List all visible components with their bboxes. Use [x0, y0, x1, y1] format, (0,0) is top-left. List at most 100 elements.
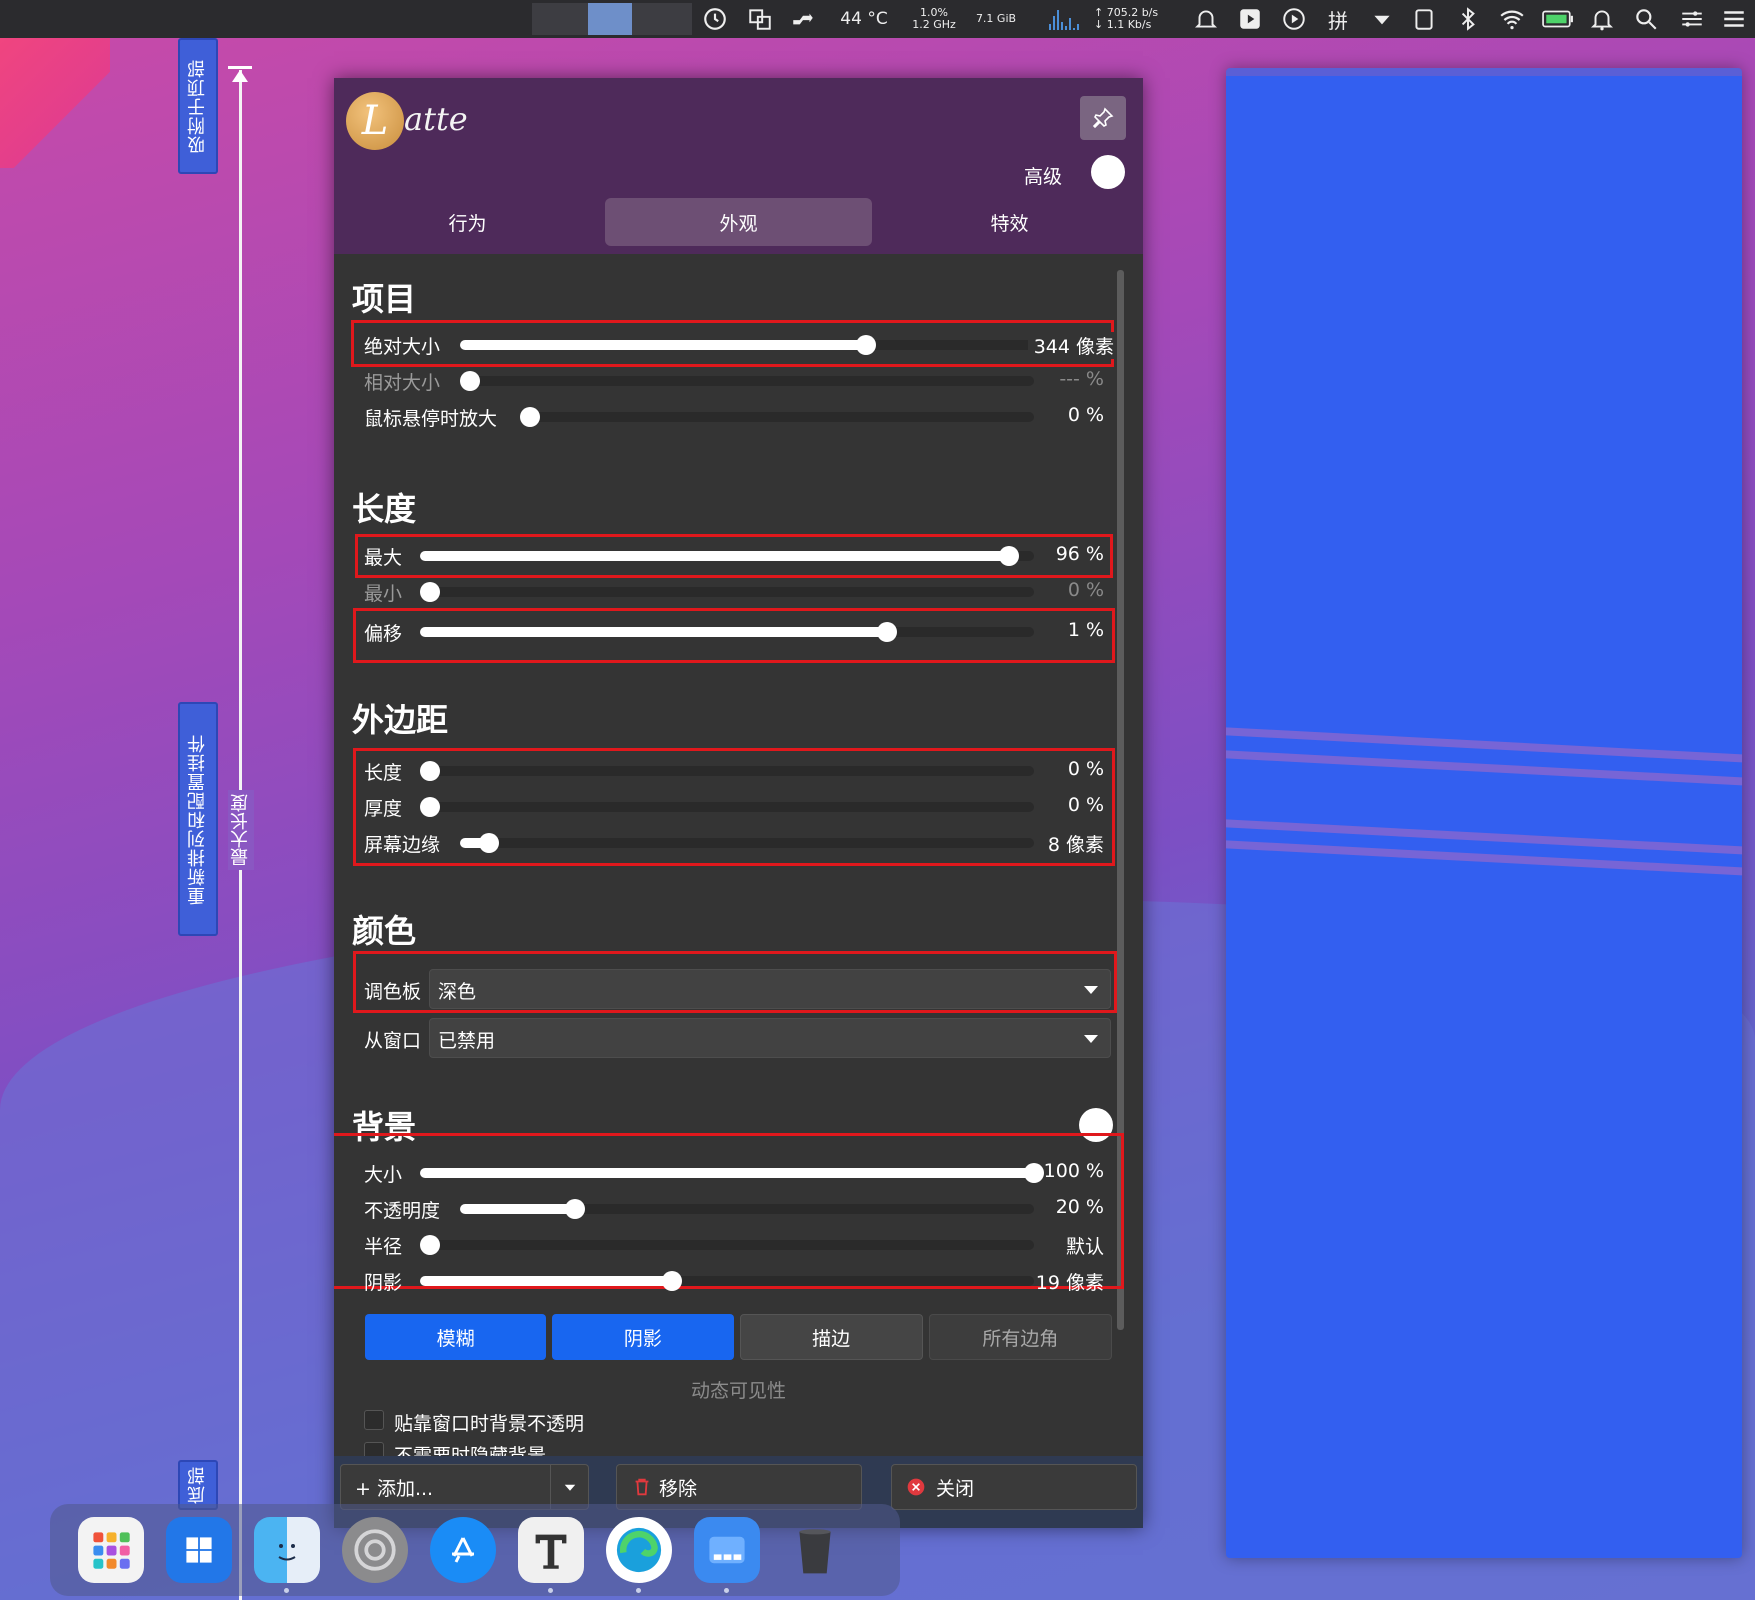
snap-bottom-label: 底部: [187, 1466, 208, 1504]
add-dropdown[interactable]: [550, 1465, 588, 1509]
slider-handle[interactable]: [420, 761, 440, 781]
multitasking-icon[interactable]: [694, 1517, 760, 1593]
snap-top-button[interactable]: 吸附于顶部: [178, 38, 218, 174]
bg-radius-label: 半径: [364, 1236, 403, 1258]
virtual-desktop-pager[interactable]: [532, 3, 692, 35]
palette-label: 调色板: [364, 981, 422, 1003]
length-min-value: 0 %: [1067, 579, 1104, 601]
play-circle-icon[interactable]: [1276, 0, 1312, 38]
screen-edge-label: 屏幕边缘: [364, 834, 441, 856]
shadow-button[interactable]: 阴影: [552, 1314, 734, 1360]
bg-shadow-slider[interactable]: [420, 1271, 1034, 1291]
slider-handle[interactable]: [460, 371, 480, 391]
media-player-icon[interactable]: [1232, 0, 1268, 38]
system-settings-icon[interactable]: [342, 1517, 408, 1583]
windows-icon[interactable]: [166, 1517, 232, 1583]
zoom-on-hover-slider[interactable]: [520, 407, 1034, 427]
bg-size-value: 100 %: [1043, 1160, 1104, 1182]
relative-size-slider[interactable]: [460, 371, 1034, 391]
from-window-value: 已禁用: [438, 1030, 496, 1052]
tab-behavior[interactable]: 行为: [334, 198, 601, 246]
menu-icon[interactable]: [1716, 0, 1752, 38]
absolute-size-label: 绝对大小: [364, 336, 441, 358]
temperature-readout[interactable]: 44 °C: [834, 0, 894, 38]
ruler-arrow-icon[interactable]: [232, 70, 248, 82]
settings-sliders-icon[interactable]: [1674, 0, 1710, 38]
rearrange-widgets-button[interactable]: 重新排列和配置挂件: [178, 702, 218, 936]
bg-opacity-slider[interactable]: [460, 1199, 1034, 1219]
slider-handle[interactable]: [564, 1199, 585, 1219]
input-method-icon[interactable]: 拼: [1320, 0, 1356, 38]
chevron-down-icon: [564, 1484, 575, 1491]
active-desktop[interactable]: [588, 3, 632, 35]
slider-handle[interactable]: [520, 407, 540, 427]
length-section-title: 长度: [352, 490, 417, 528]
top-panel: 44 °C 1.0% 1.2 GHz 7.1 GiB ↑ 705.2 b/s ↓…: [0, 0, 1755, 38]
network-graph-icon[interactable]: [1046, 0, 1090, 38]
length-max-label: 最大: [364, 547, 403, 569]
from-window-select[interactable]: 已禁用: [429, 1018, 1111, 1058]
dock-preview: [1226, 68, 1742, 1558]
close-button[interactable]: 关闭: [891, 1464, 1137, 1510]
opaque-checkbox[interactable]: [364, 1410, 384, 1430]
slider-handle[interactable]: [420, 1235, 440, 1255]
length-offset-slider[interactable]: [420, 622, 1034, 642]
advanced-toggle[interactable]: [1091, 155, 1125, 189]
rearrange-label: 重新排列和配置挂件: [187, 733, 208, 905]
slider-handle[interactable]: [1024, 1163, 1044, 1183]
window-header: L atte 高级 行为 外观 特效: [334, 78, 1143, 254]
clock-icon[interactable]: [697, 0, 733, 38]
launchpad-icon[interactable]: [78, 1517, 144, 1583]
latte-logo-text: atte: [404, 100, 468, 138]
translate-icon[interactable]: [742, 0, 778, 38]
clipboard-icon[interactable]: [1406, 0, 1442, 38]
palette-select[interactable]: 深色: [429, 969, 1111, 1009]
tab-effects[interactable]: 特效: [876, 198, 1143, 246]
slider-handle[interactable]: [855, 335, 876, 355]
memory-readout[interactable]: 7.1 GiB: [968, 0, 1024, 38]
screen-edge-slider[interactable]: [460, 833, 1034, 853]
snap-bottom-button[interactable]: 底部: [178, 1460, 218, 1510]
slider-handle[interactable]: [876, 622, 897, 642]
slider-handle[interactable]: [999, 546, 1020, 566]
absolute-size-slider[interactable]: [460, 335, 1104, 355]
margin-length-slider[interactable]: [420, 761, 1034, 781]
bg-size-slider[interactable]: [420, 1163, 1044, 1183]
finder-icon[interactable]: [254, 1517, 320, 1593]
pin-button[interactable]: [1080, 96, 1126, 140]
cpu-monitor[interactable]: 1.0% 1.2 GHz: [906, 0, 962, 38]
cpu-freq: 1.2 GHz: [912, 18, 956, 31]
power-plug-icon[interactable]: [785, 0, 821, 38]
margin-length-value: 0 %: [1067, 758, 1104, 780]
bluetooth-icon[interactable]: [1450, 0, 1486, 38]
trash-icon[interactable]: [782, 1517, 848, 1583]
opaque-when-touching-option[interactable]: 贴靠窗口时背景不透明: [364, 1408, 764, 1436]
notifications-icon[interactable]: [1584, 0, 1620, 38]
blur-button[interactable]: 模糊: [365, 1314, 547, 1360]
network-speed[interactable]: ↑ 705.2 b/s ↓ 1.1 Kb/s: [1094, 0, 1174, 38]
notification-bell-icon[interactable]: [1188, 0, 1224, 38]
relative-size-value: --- %: [1059, 368, 1104, 390]
running-indicator: [636, 1588, 641, 1593]
slider-handle[interactable]: [478, 833, 499, 853]
app-store-icon[interactable]: [430, 1517, 496, 1583]
length-min-slider[interactable]: [420, 582, 1034, 602]
outline-button[interactable]: 描边: [739, 1314, 923, 1360]
search-icon[interactable]: [1628, 0, 1664, 38]
slider-handle[interactable]: [661, 1271, 682, 1291]
slider-handle[interactable]: [420, 582, 440, 602]
edge-browser-icon[interactable]: [606, 1517, 672, 1593]
chevron-down-icon[interactable]: [1364, 0, 1400, 38]
absolute-size-row: 绝对大小 344 像素: [364, 328, 1114, 362]
dynamic-visibility-title: 动态可见性: [690, 1380, 786, 1402]
margin-thickness-slider[interactable]: [420, 797, 1034, 817]
bg-radius-slider[interactable]: [420, 1235, 1034, 1255]
tab-appearance[interactable]: 外观: [605, 198, 872, 246]
typora-icon[interactable]: [518, 1517, 584, 1593]
close-icon: [907, 1478, 925, 1496]
wifi-icon[interactable]: [1494, 0, 1530, 38]
length-max-slider[interactable]: [420, 546, 1034, 566]
slider-handle[interactable]: [420, 797, 440, 817]
all-corners-button[interactable]: 所有边角: [928, 1314, 1112, 1360]
battery-icon[interactable]: [1538, 0, 1578, 38]
